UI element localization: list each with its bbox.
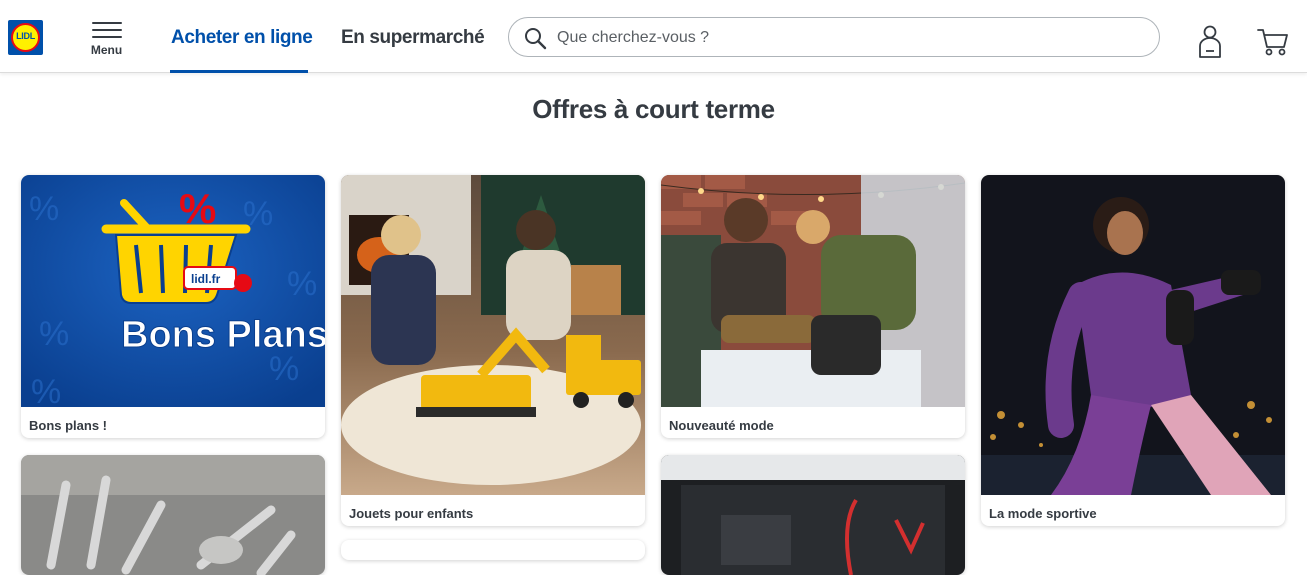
search-icon — [525, 28, 547, 50]
account-icon[interactable] — [1195, 24, 1225, 58]
menu-button[interactable]: Menu — [88, 18, 128, 60]
svg-text:%: % — [29, 190, 59, 228]
card-label: Bons plans ! — [29, 418, 108, 433]
car-cables-image — [661, 455, 965, 575]
page-title: Offres à court terme — [532, 94, 775, 124]
cart-icon[interactable] — [1256, 24, 1290, 58]
card-la-mode-sportive[interactable]: La mode sportive — [981, 175, 1285, 526]
card-jouets-pour-enfants[interactable]: Jouets pour enfants — [341, 175, 645, 526]
search-input[interactable]: Que cherchez-vous ? — [508, 17, 1160, 57]
card-bons-plans[interactable]: %%% %%% % lidl.fr Bons Plans Bons plans … — [21, 175, 325, 438]
active-tab-indicator — [170, 70, 308, 73]
lidl-fr-text: lidl.fr — [191, 272, 221, 286]
svg-text:%: % — [39, 315, 69, 353]
tab-en-supermarche[interactable]: En supermarché — [341, 27, 485, 49]
tab-acheter-en-ligne[interactable]: Acheter en ligne — [171, 27, 313, 49]
drill-bits-image — [21, 455, 325, 575]
svg-text:%: % — [287, 265, 317, 303]
bons-plans-graphic-text: Bons Plans — [121, 314, 325, 356]
sportswear-image — [981, 175, 1285, 495]
card-drill-bits[interactable] — [21, 455, 325, 575]
card-label: Jouets pour enfants — [349, 506, 474, 521]
fashion-couple-image — [661, 175, 965, 407]
bons-plans-image: %%% %%% % lidl.fr Bons Plans — [21, 175, 325, 407]
svg-text:%: % — [179, 185, 216, 232]
card-car-cables[interactable] — [661, 455, 965, 575]
card-placeholder[interactable] — [341, 540, 645, 560]
menu-label: Menu — [90, 43, 123, 57]
card-label: La mode sportive — [989, 506, 1097, 521]
kids-toys-image — [341, 175, 645, 495]
card-label: Nouveauté mode — [669, 418, 774, 433]
card-nouveaute-mode[interactable]: Nouveauté mode — [661, 175, 965, 438]
logo-text: LIDL — [16, 31, 35, 41]
svg-text:%: % — [31, 373, 61, 407]
site-header: LIDL Menu Acheter en ligne En supermarch… — [0, 0, 1307, 73]
search-placeholder: Que cherchez-vous ? — [557, 29, 710, 46]
lidl-logo[interactable]: LIDL — [8, 20, 43, 55]
